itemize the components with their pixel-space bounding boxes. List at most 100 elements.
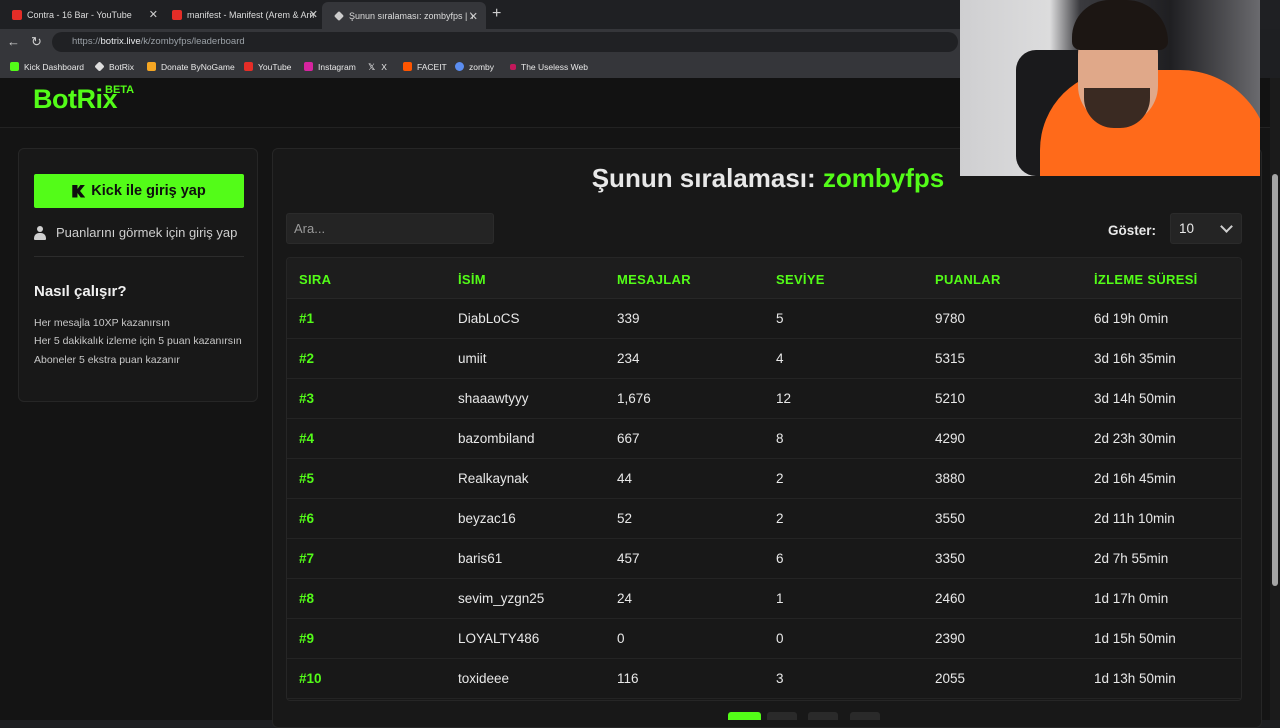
cell-points: 2460 (935, 591, 966, 606)
webcam-overlay (960, 0, 1260, 176)
table-row: #9 LOYALTY486 0 0 2390 1d 15h 50min (287, 619, 1241, 659)
cell-name[interactable]: shaaawtyyy (458, 391, 529, 406)
botrix-icon (94, 61, 105, 72)
kick-login-button[interactable]: Kick ile giriş yap (34, 174, 244, 208)
column-header-rank[interactable]: SIRA (299, 272, 331, 287)
cell-level: 12 (776, 391, 792, 406)
tab-title: manifest - Manifest (Arem & Arma (187, 9, 315, 20)
cell-messages: 116 (617, 671, 639, 686)
bookmark-zomby[interactable]: zomby (455, 55, 494, 78)
cell-points: 3880 (935, 471, 966, 486)
column-header-watchtime[interactable]: İZLEME SÜRESİ (1094, 272, 1198, 287)
cell-level: 2 (776, 511, 784, 526)
bookmark-faceit[interactable]: FACEIT (403, 55, 447, 78)
bookmarks-bar: Kick Dashboard BotRix Donate ByNoGame Yo… (0, 55, 960, 78)
bookmark-label: Kick Dashboard (24, 61, 85, 72)
bookmark-instagram[interactable]: Instagram (304, 55, 356, 78)
column-header-name[interactable]: İSİM (458, 272, 486, 287)
cell-points: 2055 (935, 671, 966, 686)
cell-name[interactable]: bazombiland (458, 431, 535, 446)
cell-rank: #7 (299, 551, 315, 566)
table-header: SIRA İSİM MESAJLAR SEVİYE PUANLAR İZLEME… (287, 258, 1241, 299)
cell-name[interactable]: Realkaynak (458, 471, 529, 486)
browser-tab-active[interactable]: Şunun sıralaması: zombyfps | Yay ✕ (322, 2, 486, 29)
cell-name[interactable]: DiabLoCS (458, 311, 520, 326)
youtube-icon (244, 62, 253, 71)
url-host: botrix.live (100, 36, 141, 47)
page-size-select[interactable]: 10 (1170, 213, 1242, 244)
close-icon[interactable]: ✕ (309, 8, 318, 21)
search-input[interactable]: Ara... (286, 213, 494, 244)
cell-name[interactable]: beyzac16 (458, 511, 516, 526)
table-row: #8 sevim_yzgn25 24 1 2460 1d 17h 0min (287, 579, 1241, 619)
pagination-button[interactable] (767, 712, 797, 720)
bookmark-label: X (381, 61, 387, 72)
table-row: #1 DiabLoCS 339 5 9780 6d 19h 0min (287, 299, 1241, 339)
bookmark-youtube[interactable]: YouTube (244, 55, 291, 78)
cell-name[interactable]: toxideee (458, 671, 509, 686)
sidebar-panel: Kick ile giriş yap Puanlarını görmek içi… (18, 148, 258, 402)
bookmark-label: BotRix (109, 61, 135, 72)
pagination-button-active[interactable] (728, 712, 761, 720)
user-icon (34, 225, 46, 240)
cell-name[interactable]: sevim_yzgn25 (458, 591, 544, 606)
close-icon[interactable]: ✕ (149, 8, 158, 21)
url-scheme: https:// (72, 36, 101, 47)
cell-level: 5 (776, 311, 784, 326)
cell-name[interactable]: baris61 (458, 551, 502, 566)
cell-watchtime: 1d 15h 50min (1094, 631, 1176, 646)
bookmark-botrix[interactable]: BotRix (94, 55, 135, 78)
bookmark-label: Donate ByNoGame (161, 61, 235, 72)
scrollbar-thumb[interactable] (1272, 174, 1278, 586)
column-header-messages[interactable]: MESAJLAR (617, 272, 691, 287)
cell-level: 1 (776, 591, 784, 606)
kick-icon (10, 62, 19, 71)
cell-rank: #10 (299, 671, 322, 686)
cell-points: 5315 (935, 351, 966, 366)
table-row: #10 toxideee 116 3 2055 1d 13h 50min (287, 659, 1241, 699)
cell-level: 0 (776, 631, 784, 646)
new-tab-button[interactable]: + (492, 5, 501, 23)
cell-name[interactable]: LOYALTY486 (458, 631, 539, 646)
url-field[interactable]: https://botrix.live/k/zombyfps/leaderboa… (52, 32, 958, 52)
cell-rank: #6 (299, 511, 315, 526)
cell-watchtime: 3d 16h 35min (1094, 351, 1176, 366)
how-it-works-line: Her 5 dakikalık izleme için 5 puan kazan… (34, 335, 242, 347)
x-icon: 𝕏 (368, 62, 376, 72)
cell-points: 3350 (935, 551, 966, 566)
bookmark-useless-web[interactable]: The Useless Web (510, 55, 588, 78)
column-header-points[interactable]: PUANLAR (935, 272, 1001, 287)
cell-rank: #4 (299, 431, 315, 446)
cell-rank: #2 (299, 351, 315, 366)
reload-icon[interactable]: ↻ (31, 34, 42, 50)
cell-level: 6 (776, 551, 784, 566)
botrix-icon (334, 10, 344, 21)
column-header-level[interactable]: SEVİYE (776, 272, 825, 287)
cell-name[interactable]: umiit (458, 351, 487, 366)
cell-points: 9780 (935, 311, 966, 326)
divider (34, 256, 244, 257)
cell-watchtime: 3d 14h 50min (1094, 391, 1176, 406)
bookmark-x[interactable]: 𝕏X (368, 55, 387, 78)
cell-level: 2 (776, 471, 784, 486)
page-scrollbar[interactable] (1270, 78, 1280, 720)
cell-points: 3550 (935, 511, 966, 526)
table-row: #7 baris61 457 6 3350 2d 7h 55min (287, 539, 1241, 579)
login-button-label: Kick ile giriş yap (91, 183, 206, 199)
login-hint-text: Puanlarını görmek için giriş yap (56, 225, 238, 240)
leaderboard-panel: Şunun sıralaması: zombyfps Ara... Göster… (272, 148, 1262, 728)
bookmark-donate[interactable]: Donate ByNoGame (147, 55, 235, 78)
table-row: #6 beyzac16 52 2 3550 2d 11h 10min (287, 499, 1241, 539)
faceit-icon (403, 62, 412, 71)
pagination-button[interactable] (850, 712, 880, 720)
bookmark-kick-dashboard[interactable]: Kick Dashboard (10, 55, 84, 78)
login-hint[interactable]: Puanlarını görmek için giriş yap (34, 225, 237, 240)
cell-messages: 667 (617, 431, 640, 446)
browser-tab[interactable]: Contra - 16 Bar - YouTube ✕ (0, 0, 166, 29)
page-size-value: 10 (1179, 221, 1195, 236)
close-icon[interactable]: ✕ (469, 10, 478, 23)
back-arrow-icon[interactable]: ← (7, 34, 20, 49)
pagination-button[interactable] (808, 712, 838, 720)
browser-tab[interactable]: manifest - Manifest (Arem & Arma ✕ (160, 0, 326, 29)
bookmark-label: FACEIT (417, 61, 447, 72)
